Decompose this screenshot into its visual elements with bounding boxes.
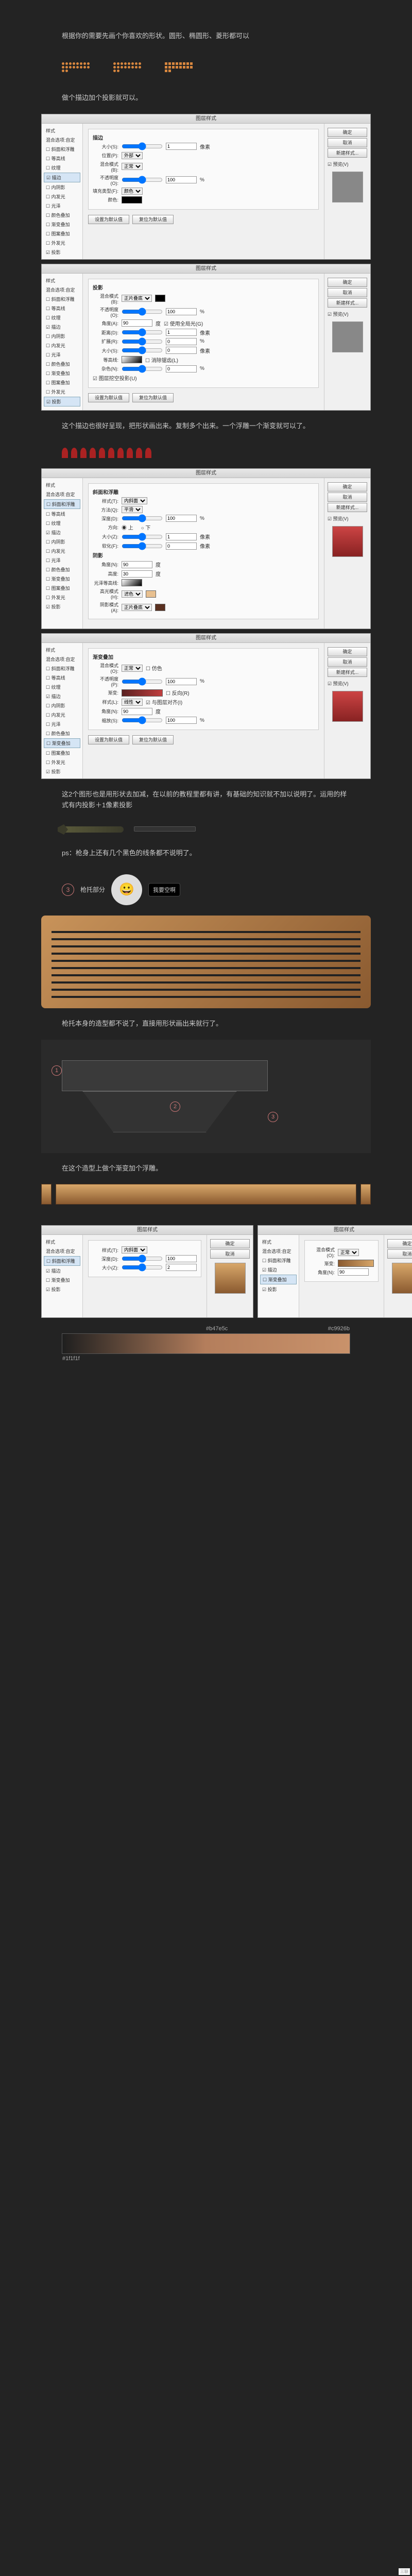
section-label: 枪托部分 — [80, 885, 105, 894]
position-select[interactable]: 外部 — [122, 152, 143, 159]
ok-button[interactable]: 确定 — [328, 128, 367, 137]
layer-style-panel-bevel: 图层样式 样式混合选项:自定☐ 斜面和浮雕☐ 等高线☐ 纹理☑ 描边☐ 内阴影☐… — [41, 468, 371, 629]
color-swatch[interactable] — [122, 196, 142, 204]
bracket-render — [41, 1184, 371, 1215]
color-label-3: #1f1f1f — [62, 1355, 80, 1362]
blend-select[interactable]: 正常 — [122, 163, 143, 170]
text-1: 根据你的需要先画个你喜欢的形状。圆形、椭圆形、菱形都可以 — [0, 31, 412, 42]
gun-outline-diagram: 1 2 3 — [41, 1040, 371, 1153]
color-label-1: #b47e5c — [206, 1326, 228, 1332]
callout-2: 2 — [170, 1101, 180, 1112]
bar-shapes — [0, 821, 412, 838]
gradient-picker[interactable] — [122, 689, 163, 697]
set-default-button[interactable]: 设置为默认值 — [88, 215, 129, 224]
new-style-button[interactable]: 新建样式... — [328, 148, 367, 158]
text-7: 在这个造型上做个渐变加个浮雕。 — [0, 1163, 412, 1174]
layer-style-panel-gradient: 图层样式 样式混合选项:自定☐ 斜面和浮雕☐ 等高线☐ 纹理☑ 描边☐ 内阴影☐… — [41, 633, 371, 779]
preview-box — [332, 172, 363, 202]
text-6: 枪托本身的造型都不说了，直接用形状画出来就行了。 — [0, 1019, 412, 1029]
callout-3: 3 — [268, 1112, 278, 1122]
bullet-shapes — [0, 442, 412, 464]
cancel-button[interactable]: 取消 — [328, 138, 367, 147]
reset-default-button[interactable]: 复位为默认值 — [132, 215, 174, 224]
step-number-3: 3 — [62, 884, 74, 896]
layer-style-panel-gradient-2: 图层样式 样式混合选项:自定☐ 斜面和浮雕☑ 描边☐ 渐变叠加☑ 投影 混合模式… — [258, 1225, 412, 1318]
gun-stock-render — [41, 916, 371, 1008]
opacity-slider[interactable] — [122, 177, 163, 183]
callout-1: 1 — [52, 1065, 62, 1076]
size-slider[interactable] — [122, 143, 163, 149]
text-3: 这个描边也很好呈现，把形状画出来。复制多个出来。一个浮雕一个渐变就可以了。 — [0, 421, 412, 432]
style-list[interactable]: 样式混合选项:自定☐ 斜面和浮雕☐ 等高线☐ 纹理☑ 描边☐ 内阴影☐ 内发光☐… — [42, 124, 83, 259]
panel-title: 图层样式 — [42, 114, 370, 124]
layer-style-panel-shadow: 图层样式 样式混合选项:自定☐ 斜面和浮雕☐ 等高线☐ 纹理☑ 描边☐ 内阴影☐… — [41, 264, 371, 411]
layer-style-panel-bevel-2: 图层样式 样式混合选项:自定☐ 斜面和浮雕☑ 描边☐ 渐变叠加☑ 投影 样式(T… — [41, 1225, 253, 1318]
text-2: 做个描边加个投影就可以。 — [0, 93, 412, 104]
text-5: ps：枪身上还有几个黑色的线条都不说明了。 — [0, 848, 412, 859]
color-label-2: #c9926b — [328, 1326, 350, 1332]
speech-bubble: 我要空啊 — [148, 883, 180, 896]
gradient-color-bar: #b47e5c #c9926b #1f1f1f — [62, 1333, 350, 1354]
size-input[interactable] — [166, 143, 197, 150]
text-4: 这2个图形也是用形状去加减，在以前的教程里都有讲，有基础的知识就不加以说明了。运… — [0, 789, 412, 811]
shape-examples — [0, 52, 412, 82]
layer-style-panel-stroke: 图层样式 样式混合选项:自定☐ 斜面和浮雕☐ 等高线☐ 纹理☑ 描边☐ 内阴影☐… — [41, 114, 371, 260]
cartoon-avatar: 😀 — [111, 874, 142, 905]
